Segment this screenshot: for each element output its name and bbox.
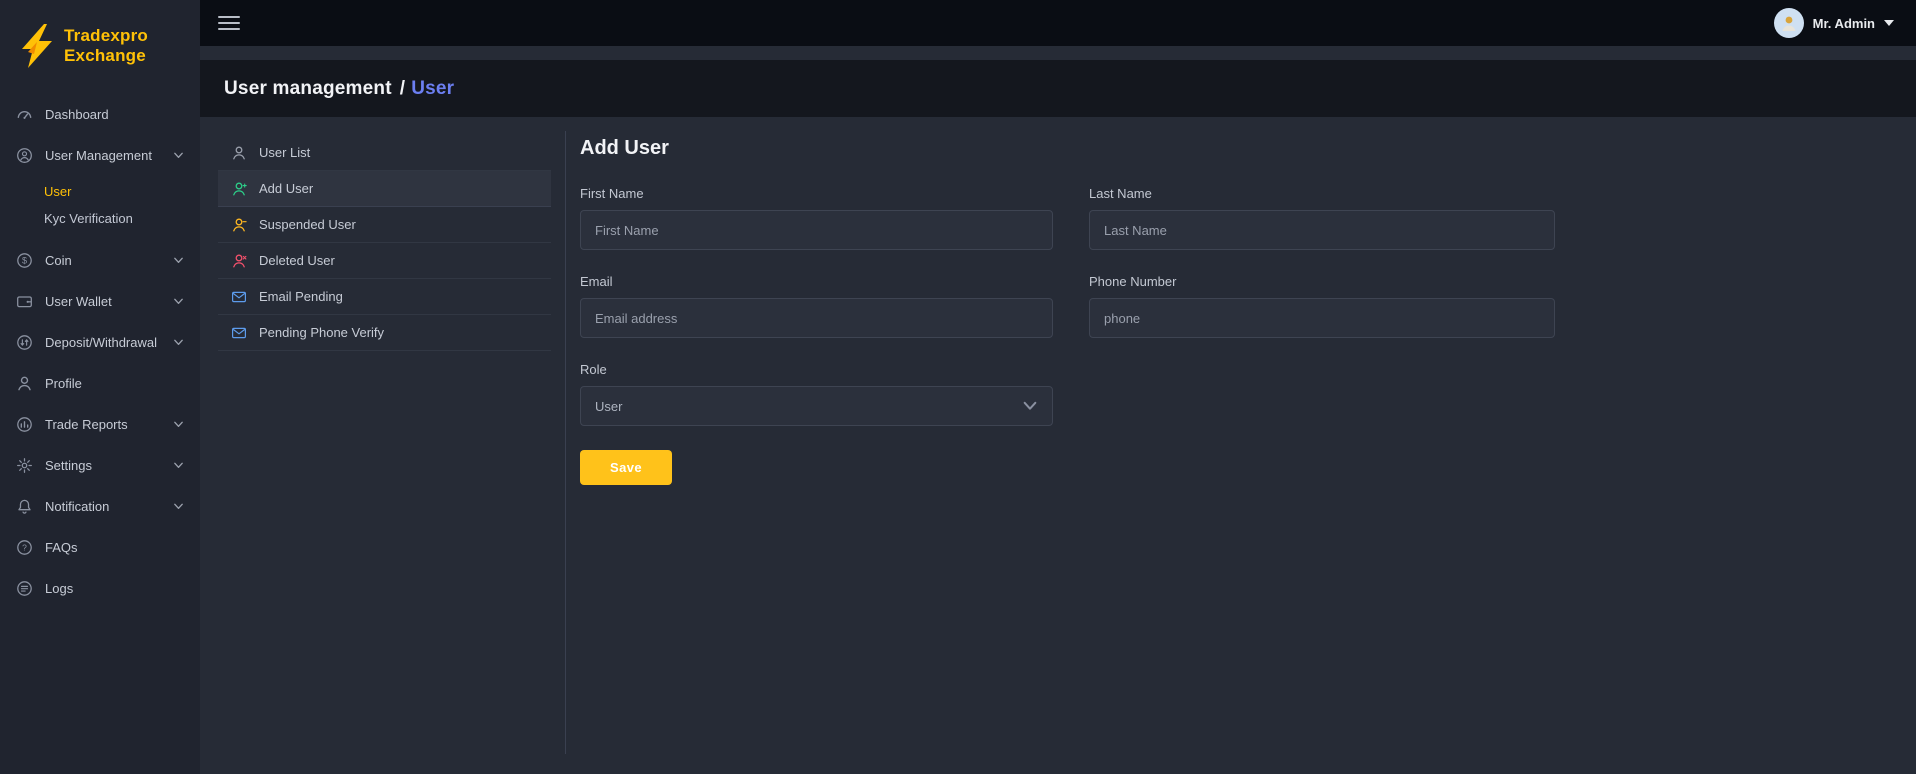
sidebar: Tradexpro Exchange Dashboard User Manage…	[0, 0, 200, 774]
last-name-field-group: Last Name	[1089, 186, 1555, 250]
sidebar-item-settings[interactable]: Settings	[0, 445, 200, 486]
dashboard-icon	[16, 106, 33, 123]
email-pending-icon	[231, 289, 247, 305]
form-grid: First Name Last Name Email Phone Number	[580, 186, 1896, 426]
tab-pending-phone-verify[interactable]: Pending Phone Verify	[218, 315, 551, 351]
hamburger-menu-icon[interactable]	[218, 12, 240, 34]
chevron-down-icon	[173, 150, 184, 161]
email-field-group: Email	[580, 274, 1053, 338]
phone-verify-icon	[231, 325, 247, 341]
sidebar-item-profile[interactable]: Profile	[0, 363, 200, 404]
svg-text:$: $	[22, 256, 27, 266]
chevron-down-icon	[1022, 398, 1038, 414]
role-select[interactable]: User	[580, 386, 1053, 426]
sidebar-item-notification[interactable]: Notification	[0, 486, 200, 527]
last-name-label: Last Name	[1089, 186, 1555, 201]
add-user-icon	[231, 181, 247, 197]
chevron-down-icon	[173, 337, 184, 348]
sidebar-item-trade-reports[interactable]: Trade Reports	[0, 404, 200, 445]
logs-icon	[16, 580, 33, 597]
role-selected-value: User	[595, 399, 622, 414]
suspended-user-icon	[231, 217, 247, 233]
phone-field-group: Phone Number	[1089, 274, 1555, 338]
user-menu[interactable]: Mr. Admin	[1774, 8, 1894, 38]
user-list-icon	[231, 145, 247, 161]
phone-label: Phone Number	[1089, 274, 1555, 289]
tab-email-pending[interactable]: Email Pending	[218, 279, 551, 315]
app-root: Tradexpro Exchange Dashboard User Manage…	[0, 0, 1916, 774]
chevron-down-icon	[173, 460, 184, 471]
sidebar-item-logs[interactable]: Logs	[0, 568, 200, 609]
chevron-down-icon	[173, 296, 184, 307]
email-label: Email	[580, 274, 1053, 289]
sidebar-item-dashboard[interactable]: Dashboard	[0, 94, 200, 135]
first-name-field[interactable]	[580, 210, 1053, 250]
main-column: Mr. Admin User management / User User List	[200, 0, 1916, 774]
profile-icon	[16, 375, 33, 392]
role-field-group: Role User	[580, 362, 1053, 426]
deposit-withdrawal-icon	[16, 334, 33, 351]
user-tabs-panel: User List Add User Suspended User	[218, 131, 551, 754]
last-name-field[interactable]	[1089, 210, 1555, 250]
coin-icon: $	[16, 252, 33, 269]
sidebar-item-user-wallet[interactable]: User Wallet	[0, 281, 200, 322]
question-icon: ?	[16, 539, 33, 556]
content-area: User List Add User Suspended User	[200, 117, 1916, 774]
sidebar-item-coin[interactable]: $ Coin	[0, 240, 200, 281]
deleted-user-icon	[231, 253, 247, 269]
chevron-down-icon	[173, 419, 184, 430]
save-button[interactable]: Save	[580, 450, 672, 485]
trade-reports-icon	[16, 416, 33, 433]
user-management-submenu: User Kyc Verification	[0, 176, 200, 240]
sidebar-subitem-user[interactable]: User	[0, 178, 200, 205]
add-user-form-panel: Add User First Name Last Name Email	[565, 131, 1896, 754]
sidebar-nav: Dashboard User Management User Kyc Verif…	[0, 94, 200, 774]
chevron-down-icon	[173, 501, 184, 512]
chevron-down-icon	[173, 255, 184, 266]
page-header: User management / User	[200, 60, 1916, 117]
form-title: Add User	[580, 137, 1896, 160]
phone-field[interactable]	[1089, 298, 1555, 338]
bell-icon	[16, 498, 33, 515]
sidebar-item-faqs[interactable]: ? FAQs	[0, 527, 200, 568]
email-field[interactable]	[580, 298, 1053, 338]
tab-user-list[interactable]: User List	[218, 135, 551, 171]
breadcrumb-section: User management	[224, 78, 392, 99]
role-label: Role	[580, 362, 1053, 377]
caret-down-icon	[1884, 20, 1894, 26]
brand-name: Tradexpro Exchange	[64, 26, 148, 65]
breadcrumb: User management / User	[224, 78, 454, 100]
first-name-field-group: First Name	[580, 186, 1053, 250]
sidebar-item-user-management[interactable]: User Management	[0, 135, 200, 176]
tab-suspended-user[interactable]: Suspended User	[218, 207, 551, 243]
wallet-icon	[16, 293, 33, 310]
brand-logo[interactable]: Tradexpro Exchange	[0, 0, 200, 94]
user-management-icon	[16, 147, 33, 164]
sidebar-subitem-kyc-verification[interactable]: Kyc Verification	[0, 205, 200, 232]
avatar	[1774, 8, 1804, 38]
svg-text:?: ?	[22, 543, 27, 553]
brand-bolt-icon	[14, 22, 58, 70]
user-name: Mr. Admin	[1813, 16, 1875, 31]
tab-add-user[interactable]: Add User	[218, 171, 551, 207]
tab-deleted-user[interactable]: Deleted User	[218, 243, 551, 279]
gear-icon	[16, 457, 33, 474]
first-name-label: First Name	[580, 186, 1053, 201]
topbar: Mr. Admin	[200, 0, 1916, 46]
sidebar-item-deposit-withdrawal[interactable]: Deposit/Withdrawal	[0, 322, 200, 363]
breadcrumb-separator: /	[400, 78, 405, 99]
breadcrumb-current[interactable]: User	[411, 78, 454, 99]
